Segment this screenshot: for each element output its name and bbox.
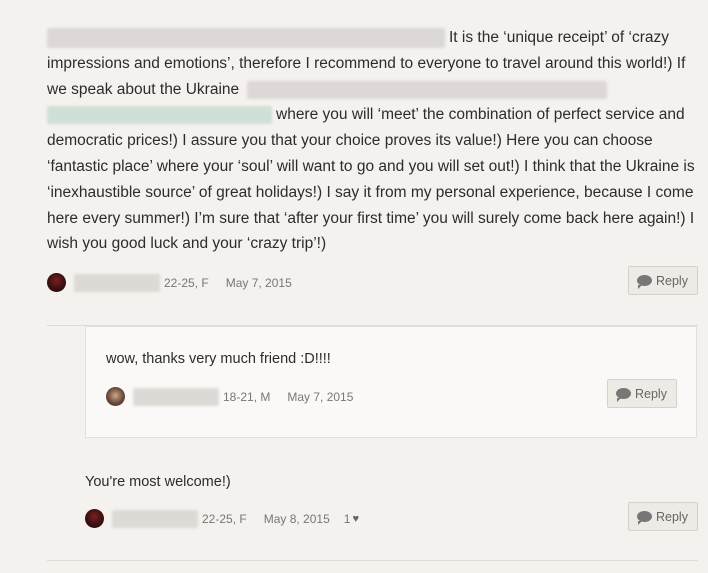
reply-label: Reply: [656, 509, 688, 524]
post-text-part2: where you will ‘meet’ the combination of…: [47, 106, 695, 253]
like-count: 1: [343, 511, 351, 526]
avatar[interactable]: [106, 387, 125, 406]
age-gender: 18-21, M: [223, 389, 271, 404]
age-gender: 22-25, F: [164, 275, 209, 290]
reply-bubble-icon: [616, 388, 631, 402]
comment-date: May 8, 2015: [263, 511, 330, 526]
redacted-text: [47, 27, 445, 48]
reply-bubble-icon: [637, 511, 652, 525]
username-redacted[interactable]: [112, 509, 198, 528]
reply-bubble-icon: [637, 275, 652, 289]
post-date: May 7, 2015: [225, 275, 292, 290]
comment-meta: 18-21, M May 7, 2015: [106, 387, 367, 406]
reply-label: Reply: [656, 273, 688, 288]
reply-button[interactable]: Reply: [628, 502, 698, 531]
nested-comment: wow, thanks very much friend :D!!!! 18-2…: [85, 326, 697, 438]
redacted-text: [247, 80, 608, 99]
reply-label: Reply: [635, 386, 667, 401]
post-meta: 22-25, F May 7, 2015: [47, 273, 306, 292]
avatar[interactable]: [85, 509, 104, 528]
post-body: It is the ‘unique receipt’ of ‘crazy imp…: [47, 25, 702, 257]
reply-button[interactable]: Reply: [628, 266, 698, 295]
comment-text: wow, thanks very much friend :D!!!!: [106, 351, 331, 367]
comment-date: May 7, 2015: [287, 389, 354, 404]
reply-button[interactable]: Reply: [607, 379, 677, 408]
username-redacted[interactable]: [133, 387, 219, 406]
divider: [47, 560, 698, 561]
username-redacted[interactable]: [74, 273, 160, 292]
avatar[interactable]: [47, 273, 66, 292]
heart-icon[interactable]: ♥: [352, 513, 359, 525]
age-gender: 22-25, F: [202, 511, 247, 526]
comment-text: You're most welcome!): [85, 474, 231, 490]
comment-meta: 22-25, F May 8, 2015 1 ♥: [85, 509, 359, 528]
redacted-link[interactable]: [47, 106, 272, 125]
